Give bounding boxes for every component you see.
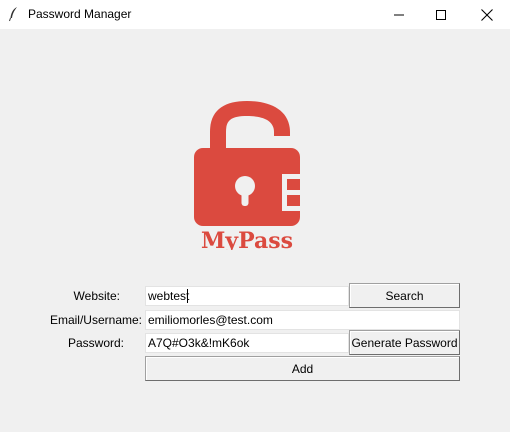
- window-title: Password Manager: [28, 7, 132, 21]
- website-input[interactable]: [145, 286, 349, 306]
- title-bar: Password Manager: [0, 0, 510, 29]
- search-button[interactable]: Search: [349, 283, 460, 308]
- minimize-button[interactable]: [376, 0, 422, 29]
- unlocked-padlock-icon: MyPass: [194, 101, 300, 254]
- close-icon: [481, 8, 493, 21]
- logo-text: MyPass: [201, 228, 293, 250]
- generate-password-button[interactable]: Generate Password: [349, 330, 460, 355]
- maximize-icon: [436, 9, 446, 20]
- password-input[interactable]: [145, 333, 349, 353]
- password-label: Password:: [67, 336, 124, 350]
- email-label: Email/Username:: [49, 313, 142, 327]
- minimize-icon: [394, 14, 404, 15]
- email-input[interactable]: [145, 310, 460, 330]
- website-label: Website:: [73, 289, 120, 303]
- add-button[interactable]: Add: [145, 356, 460, 381]
- mypass-logo: MyPass: [192, 100, 302, 254]
- close-button[interactable]: [464, 0, 510, 29]
- feather-icon: [6, 6, 22, 22]
- text-cursor: [187, 289, 188, 303]
- maximize-button[interactable]: [418, 0, 464, 29]
